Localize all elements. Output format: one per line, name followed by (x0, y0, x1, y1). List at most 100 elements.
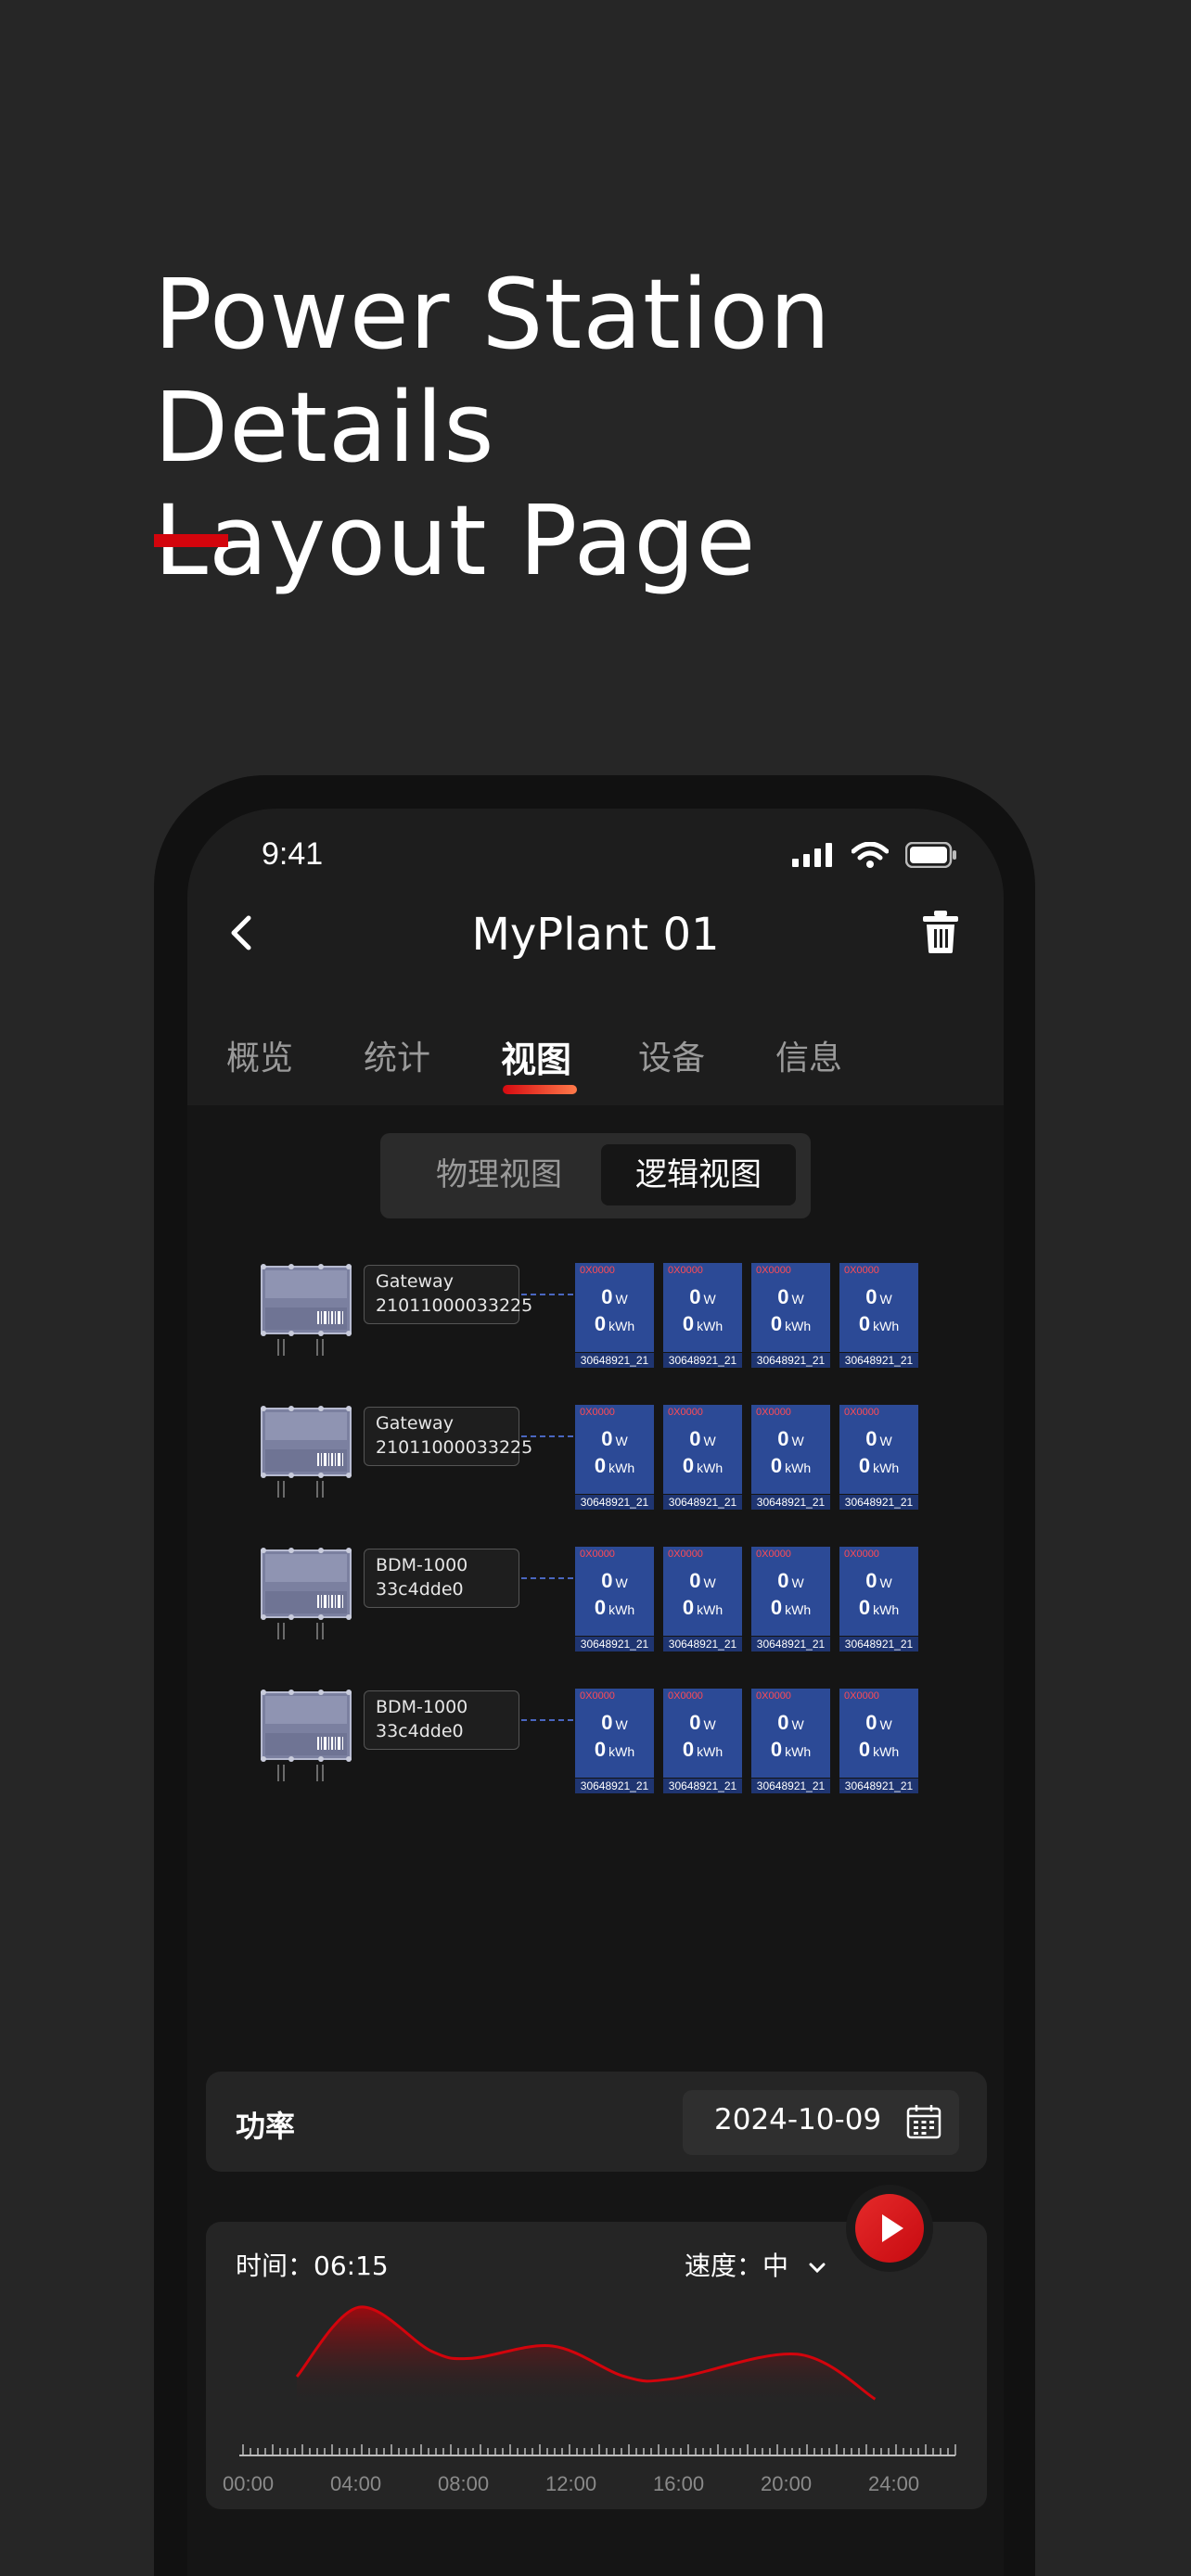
tab-overview[interactable]: 概览 (226, 1031, 364, 1082)
module-id: 0X0000 (668, 1549, 703, 1560)
module-energy-value: 0 (770, 1312, 783, 1335)
module-energy: 0 kWh (839, 1738, 918, 1762)
tab-statistics[interactable]: 统计 (364, 1031, 501, 1082)
module-power-value: 0 (865, 1711, 877, 1734)
device-row[interactable]: BDM-1000 33c4dde0 0X0000 0 W 0 kWh 30648921_21 0… (260, 1547, 965, 1658)
module-id: 0X0000 (844, 1407, 879, 1418)
module-serial: 30648921_21 (575, 1353, 654, 1368)
physical-view-button[interactable]: 物理视图 (397, 1144, 601, 1205)
headline-line-1: Power Station Details (154, 258, 832, 484)
date-picker[interactable]: 2024-10-09 (683, 2090, 959, 2155)
module-energy: 0 kWh (839, 1312, 918, 1336)
module-id: 0X0000 (580, 1265, 615, 1276)
module-power: 0W (663, 1427, 742, 1451)
pv-module[interactable]: 0X0000 0 W 0 kWh 30648921_21 (839, 1405, 918, 1510)
device-row[interactable]: Gateway 21011000033225 0X0000 0 W 0 kWh 3064892… (260, 1405, 965, 1516)
module-power: 0W (839, 1285, 918, 1309)
module-energy-value: 0 (858, 1738, 871, 1761)
module-serial: 30648921_21 (751, 1495, 830, 1510)
pv-module[interactable]: 0X0000 0 W 0 kWh 30648921_21 (839, 1547, 918, 1651)
module-power-value: 0 (601, 1569, 613, 1592)
module-energy-unit: kWh (697, 1602, 724, 1617)
module-energy-unit: kWh (785, 1319, 812, 1333)
module-group: 0X0000 0 W 0 kWh 30648921_21 0X0000 0 W 0 kWh 30648… (575, 1689, 918, 1793)
device-label[interactable]: Gateway 21011000033225 (364, 1265, 532, 1324)
status-time: 9:41 (262, 836, 324, 872)
module-id: 0X0000 (756, 1690, 791, 1702)
module-card: 0X0000 0 W 0 kWh (575, 1263, 654, 1352)
module-power: 0W (751, 1285, 830, 1309)
module-energy: 0 kWh (839, 1596, 918, 1620)
play-button[interactable] (855, 2194, 924, 2263)
module-power-unit: W (879, 1575, 892, 1590)
pv-module[interactable]: 0X0000 0 W 0 kWh 30648921_21 (575, 1405, 654, 1510)
x-axis-tick-label: 08:00 (438, 2472, 489, 2495)
module-energy: 0 kWh (663, 1596, 742, 1620)
module-id: 0X0000 (756, 1407, 791, 1418)
module-power-unit: W (703, 1717, 716, 1732)
view-toggle: 物理视图 逻辑视图 (380, 1133, 811, 1218)
module-energy-value: 0 (682, 1738, 695, 1761)
connection-line (521, 1435, 573, 1437)
pv-module[interactable]: 0X0000 0 W 0 kWh 30648921_21 (839, 1263, 918, 1368)
device-name: Gateway (376, 1413, 454, 1434)
module-power: 0W (575, 1569, 654, 1593)
module-power-value: 0 (865, 1569, 877, 1592)
module-serial: 30648921_21 (575, 1779, 654, 1793)
pv-module[interactable]: 0X0000 0 W 0 kWh 30648921_21 (575, 1263, 654, 1368)
inverter-icon (261, 1264, 352, 1356)
pv-module[interactable]: 0X0000 0 W 0 kWh 30648921_21 (751, 1263, 830, 1368)
device-label[interactable]: Gateway 21011000033225 (364, 1407, 533, 1466)
pv-module[interactable]: 0X0000 0 W 0 kWh 30648921_21 (575, 1547, 654, 1651)
device-label[interactable]: BDM-1000 33c4dde0 (364, 1549, 519, 1608)
module-power-value: 0 (689, 1285, 701, 1308)
tab-devices[interactable]: 设备 (638, 1031, 775, 1082)
module-power-value: 0 (689, 1569, 701, 1592)
module-power-unit: W (879, 1717, 892, 1732)
module-energy-unit: kWh (697, 1460, 724, 1475)
device-serial: 21011000033225 (376, 1437, 533, 1458)
module-energy-unit: kWh (608, 1319, 635, 1333)
module-power-unit: W (703, 1434, 716, 1448)
module-card: 0X0000 0 W 0 kWh (751, 1689, 830, 1778)
pv-module[interactable]: 0X0000 0 W 0 kWh 30648921_21 (751, 1405, 830, 1510)
pv-module[interactable]: 0X0000 0 W 0 kWh 30648921_21 (751, 1689, 830, 1793)
module-energy-value: 0 (770, 1738, 783, 1761)
module-power-unit: W (879, 1292, 892, 1307)
module-power-unit: W (703, 1292, 716, 1307)
pv-module[interactable]: 0X0000 0 W 0 kWh 30648921_21 (663, 1263, 742, 1368)
tab-view[interactable]: 视图 (501, 1031, 638, 1094)
module-energy-unit: kWh (873, 1460, 900, 1475)
calendar-icon[interactable] (905, 2103, 942, 2140)
pv-module[interactable]: 0X0000 0 W 0 kWh 30648921_21 (663, 1405, 742, 1510)
module-card: 0X0000 0 W 0 kWh (663, 1547, 742, 1636)
x-axis-tick-label: 16:00 (653, 2472, 704, 2495)
module-energy-value: 0 (682, 1596, 695, 1619)
device-row[interactable]: Gateway 21011000033225 0X0000 0 W 0 kWh 3064892… (260, 1263, 965, 1374)
device-row[interactable]: BDM-1000 33c4dde0 0X0000 0 W 0 kWh 30648921_21 0… (260, 1689, 965, 1800)
module-energy-value: 0 (858, 1596, 871, 1619)
module-card: 0X0000 0 W 0 kWh (663, 1689, 742, 1778)
pv-module[interactable]: 0X0000 0 W 0 kWh 30648921_21 (575, 1689, 654, 1793)
module-energy: 0 kWh (663, 1738, 742, 1762)
module-serial: 30648921_21 (575, 1637, 654, 1651)
tab-info[interactable]: 信息 (775, 1031, 913, 1082)
pv-module[interactable]: 0X0000 0 W 0 kWh 30648921_21 (663, 1547, 742, 1651)
app-screen: 9:41 MyPlant 01 概览 统计 视图 设备 信息 物理视图 逻辑视图… (187, 809, 1004, 2576)
module-energy-value: 0 (858, 1454, 871, 1477)
tab-view-label: 视图 (501, 1039, 572, 1080)
pv-module[interactable]: 0X0000 0 W 0 kWh 30648921_21 (663, 1689, 742, 1793)
inverter-icon (261, 1690, 352, 1781)
module-card: 0X0000 0 W 0 kWh (839, 1689, 918, 1778)
module-card: 0X0000 0 W 0 kWh (839, 1263, 918, 1352)
module-energy-value: 0 (770, 1596, 783, 1619)
device-label[interactable]: BDM-1000 33c4dde0 (364, 1690, 519, 1750)
trash-icon[interactable] (920, 909, 961, 955)
device-name: BDM-1000 (376, 1555, 468, 1575)
x-axis-tick-label: 12:00 (545, 2472, 596, 2495)
pv-module[interactable]: 0X0000 0 W 0 kWh 30648921_21 (839, 1689, 918, 1793)
pv-module[interactable]: 0X0000 0 W 0 kWh 30648921_21 (751, 1547, 830, 1651)
module-id: 0X0000 (580, 1549, 615, 1560)
logical-view-button[interactable]: 逻辑视图 (601, 1144, 796, 1205)
module-power-unit: W (791, 1434, 804, 1448)
